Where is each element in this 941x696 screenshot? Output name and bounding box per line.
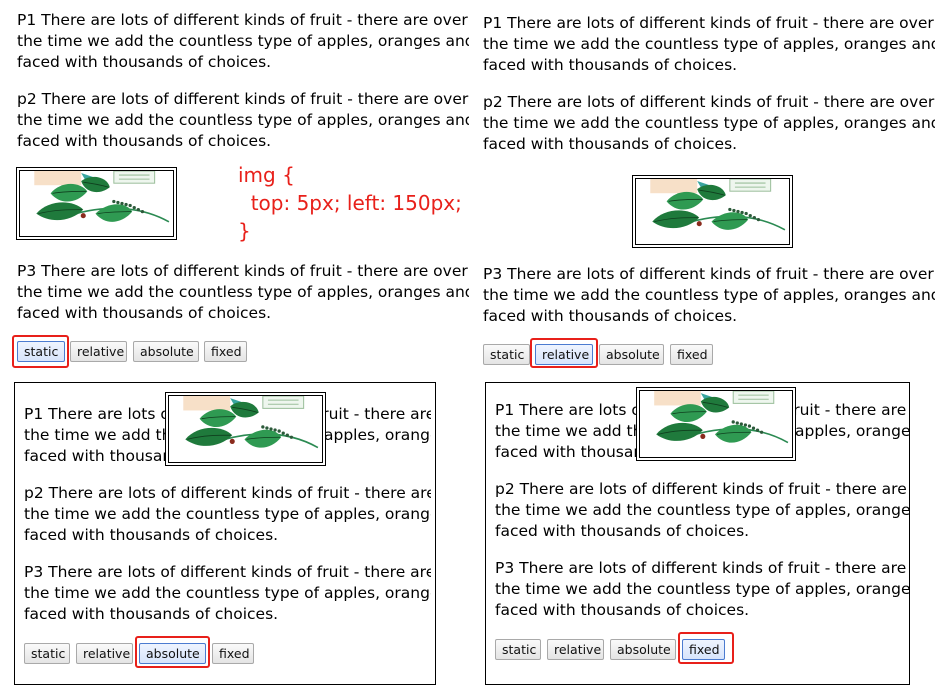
p1-line3: faced with thousands of choices. [17, 53, 272, 71]
p3-line1: P3 There are lots of different kinds of … [495, 559, 910, 577]
leaf-image [165, 392, 326, 466]
p2-line3: faced with thousands of choices. [483, 135, 738, 153]
p1-line1: P1 There are lots of different kinds of … [17, 11, 468, 29]
p1-line2: the time we add the countless type of ap… [483, 35, 935, 53]
p3-line2: the time we add the countless type of ap… [24, 584, 431, 602]
p3-line3: faced with thousands of choices. [483, 307, 738, 325]
static-button[interactable]: static [24, 643, 70, 664]
p2-line2: the time we add the countless type of ap… [483, 114, 935, 132]
p2-line1: p2 There are lots of different kinds of … [495, 480, 910, 498]
static-button[interactable]: static [17, 341, 65, 362]
absolute-button[interactable]: absolute [139, 643, 206, 664]
leaf-image-fixed [636, 387, 796, 461]
relative-button[interactable]: relative [547, 639, 604, 660]
p3-line2: the time we add the countless type of ap… [495, 580, 910, 598]
fixed-button[interactable]: fixed [670, 344, 713, 365]
p2-line3: faced with thousands of choices. [17, 132, 272, 150]
p2-line1: p2 There are lots of different kinds of … [24, 484, 431, 502]
p2-line3: faced with thousands of choices. [24, 526, 279, 544]
leaf-illustration-icon [183, 396, 319, 449]
panel-absolute: P1 There are lots of different kinds of … [14, 382, 436, 685]
p3-line3: faced with thousands of choices. [495, 601, 750, 619]
code-line1: img { [238, 163, 295, 187]
leaf-image [16, 167, 177, 240]
p1-line1: P1 There are lots of different kinds of … [483, 14, 934, 32]
relative-button[interactable]: relative [70, 341, 127, 362]
p2-line2: the time we add the countless type of ap… [17, 111, 469, 129]
p3-line3: faced with thousands of choices. [24, 605, 279, 623]
p1-line2: the time we add the countless type of ap… [17, 32, 469, 50]
p2-line1: p2 There are lots of different kinds of … [17, 90, 469, 108]
leaf-image [632, 175, 793, 248]
p3-line3: faced with thousands of choices. [17, 304, 272, 322]
p2-line2: the time we add the countless type of ap… [24, 505, 431, 523]
p3-line1: P3 There are lots of different kinds of … [483, 265, 934, 283]
code-line2: top: 5px; left: 150px; [238, 191, 462, 215]
leaf-illustration-icon [34, 171, 170, 223]
leaf-illustration-icon [650, 179, 786, 231]
p3-line2: the time we add the countless type of ap… [17, 283, 469, 301]
p2-line2: the time we add the countless type of ap… [495, 501, 910, 519]
code-line3: } [238, 219, 251, 243]
absolute-button[interactable]: absolute [610, 639, 676, 660]
p2-line1: p2 There are lots of different kinds of … [483, 93, 935, 111]
relative-button[interactable]: relative [535, 344, 593, 365]
fixed-button[interactable]: fixed [682, 639, 725, 660]
fixed-button[interactable]: fixed [212, 643, 254, 664]
p3-line1: P3 There are lots of different kinds of … [24, 563, 431, 581]
static-button[interactable]: static [495, 639, 541, 660]
leaf-illustration-icon [654, 391, 789, 444]
p3-line2: the time we add the countless type of ap… [483, 286, 935, 304]
p1-line3: faced with thousands of choices. [483, 56, 738, 74]
p3-line1: P3 There are lots of different kinds of … [17, 262, 468, 280]
absolute-button[interactable]: absolute [133, 341, 199, 362]
static-button[interactable]: static [483, 344, 530, 365]
absolute-button[interactable]: absolute [599, 344, 664, 365]
relative-button[interactable]: relative [76, 643, 133, 664]
p2-line3: faced with thousands of choices. [495, 522, 750, 540]
fixed-button[interactable]: fixed [204, 341, 247, 362]
